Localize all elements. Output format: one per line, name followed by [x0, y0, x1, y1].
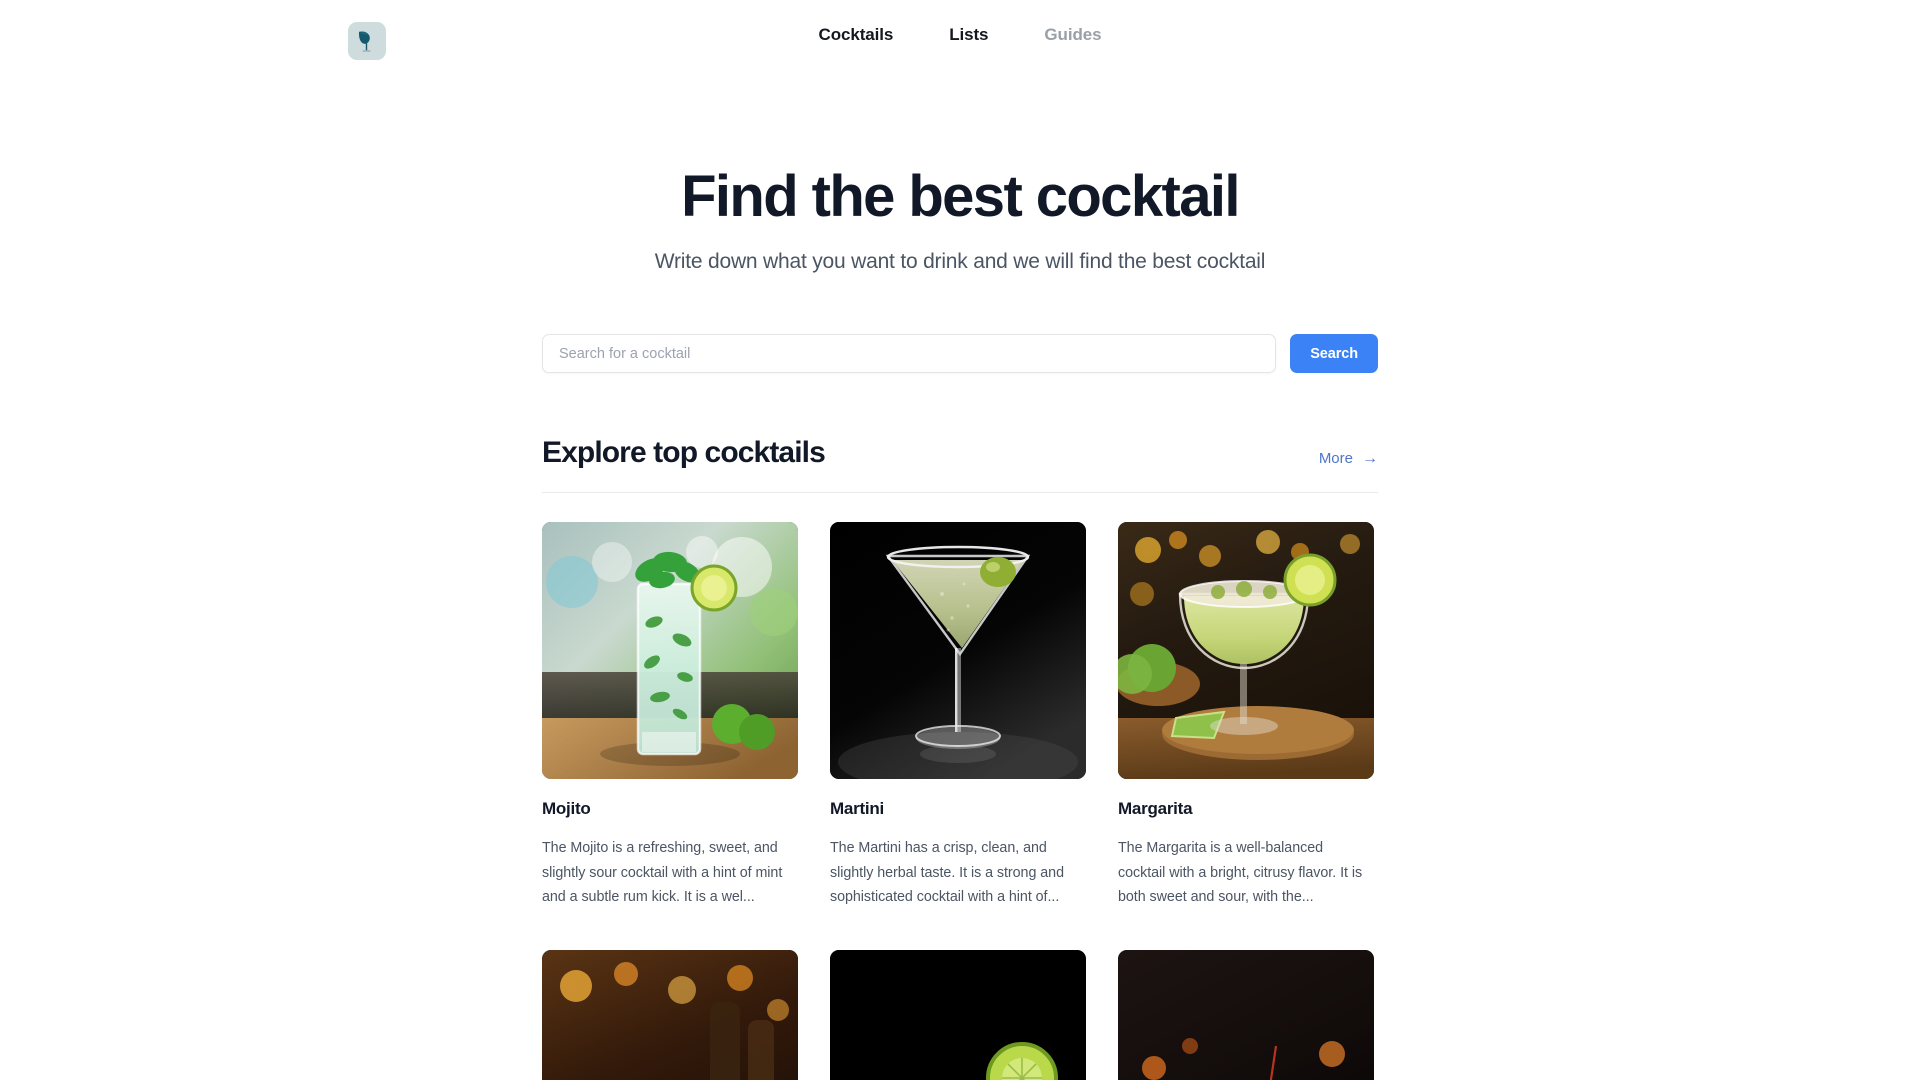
explore-section: Explore top cocktails More → Mojito The … [542, 373, 1378, 1080]
more-link[interactable]: More → [1319, 450, 1378, 471]
margarita-photo[interactable] [1118, 522, 1374, 779]
cocktail-card[interactable]: Martini The Martini has a crisp, clean, … [830, 522, 1086, 910]
old-fashioned-photo[interactable] [542, 949, 798, 1080]
card-title: Margarita [1118, 799, 1193, 818]
nav-item-cocktails[interactable]: Cocktails [819, 24, 894, 46]
hero-subtitle: Write down what you want to drink and we… [654, 250, 1266, 273]
page-title: Find the best cocktail [681, 164, 1240, 229]
cocktail-card[interactable]: Mojito The Mojito is a refreshing, sweet… [542, 522, 798, 910]
search-bar: Search [542, 334, 1378, 373]
card-title: Martini [830, 799, 884, 818]
cocktail-card[interactable] [1118, 949, 1374, 1080]
manhattan-photo[interactable] [1118, 949, 1374, 1080]
search-button[interactable]: Search [1290, 334, 1378, 373]
martini-photo[interactable] [830, 522, 1086, 779]
cocktail-grid: Mojito The Mojito is a refreshing, sweet… [542, 522, 1378, 1080]
card-description: The Mojito is a refreshing, sweet, and s… [542, 840, 783, 905]
card-title: Mojito [542, 799, 591, 818]
nav-item-lists[interactable]: Lists [949, 24, 988, 46]
cocktail-card[interactable]: Margarita The Margarita is a well-balanc… [1118, 522, 1374, 910]
cocktail-card[interactable] [830, 949, 1086, 1080]
page-root: Cocktails Lists Guides Find the best coc… [0, 0, 1920, 1080]
section-title: Explore top cocktails [542, 436, 826, 469]
section-divider [542, 492, 1378, 493]
main-nav: Cocktails Lists Guides [0, 24, 1920, 46]
more-label: More [1318, 450, 1353, 467]
card-description: The Martini has a crisp, clean, and slig… [830, 840, 1064, 905]
mojito-photo[interactable] [542, 522, 798, 779]
section-header: Explore top cocktails More → [542, 435, 1378, 471]
cocktail-card[interactable] [542, 949, 798, 1080]
green-margarita-photo[interactable] [830, 949, 1086, 1080]
search-input[interactable] [542, 334, 1277, 373]
site-header: Cocktails Lists Guides [0, 0, 1920, 78]
nav-item-guides[interactable]: Guides [1044, 24, 1101, 46]
arrow-right-icon: → [1362, 449, 1378, 467]
card-description: The Margarita is a well-balanced cocktai… [1118, 840, 1363, 905]
hero-section: Find the best cocktail Write down what y… [0, 166, 1920, 276]
